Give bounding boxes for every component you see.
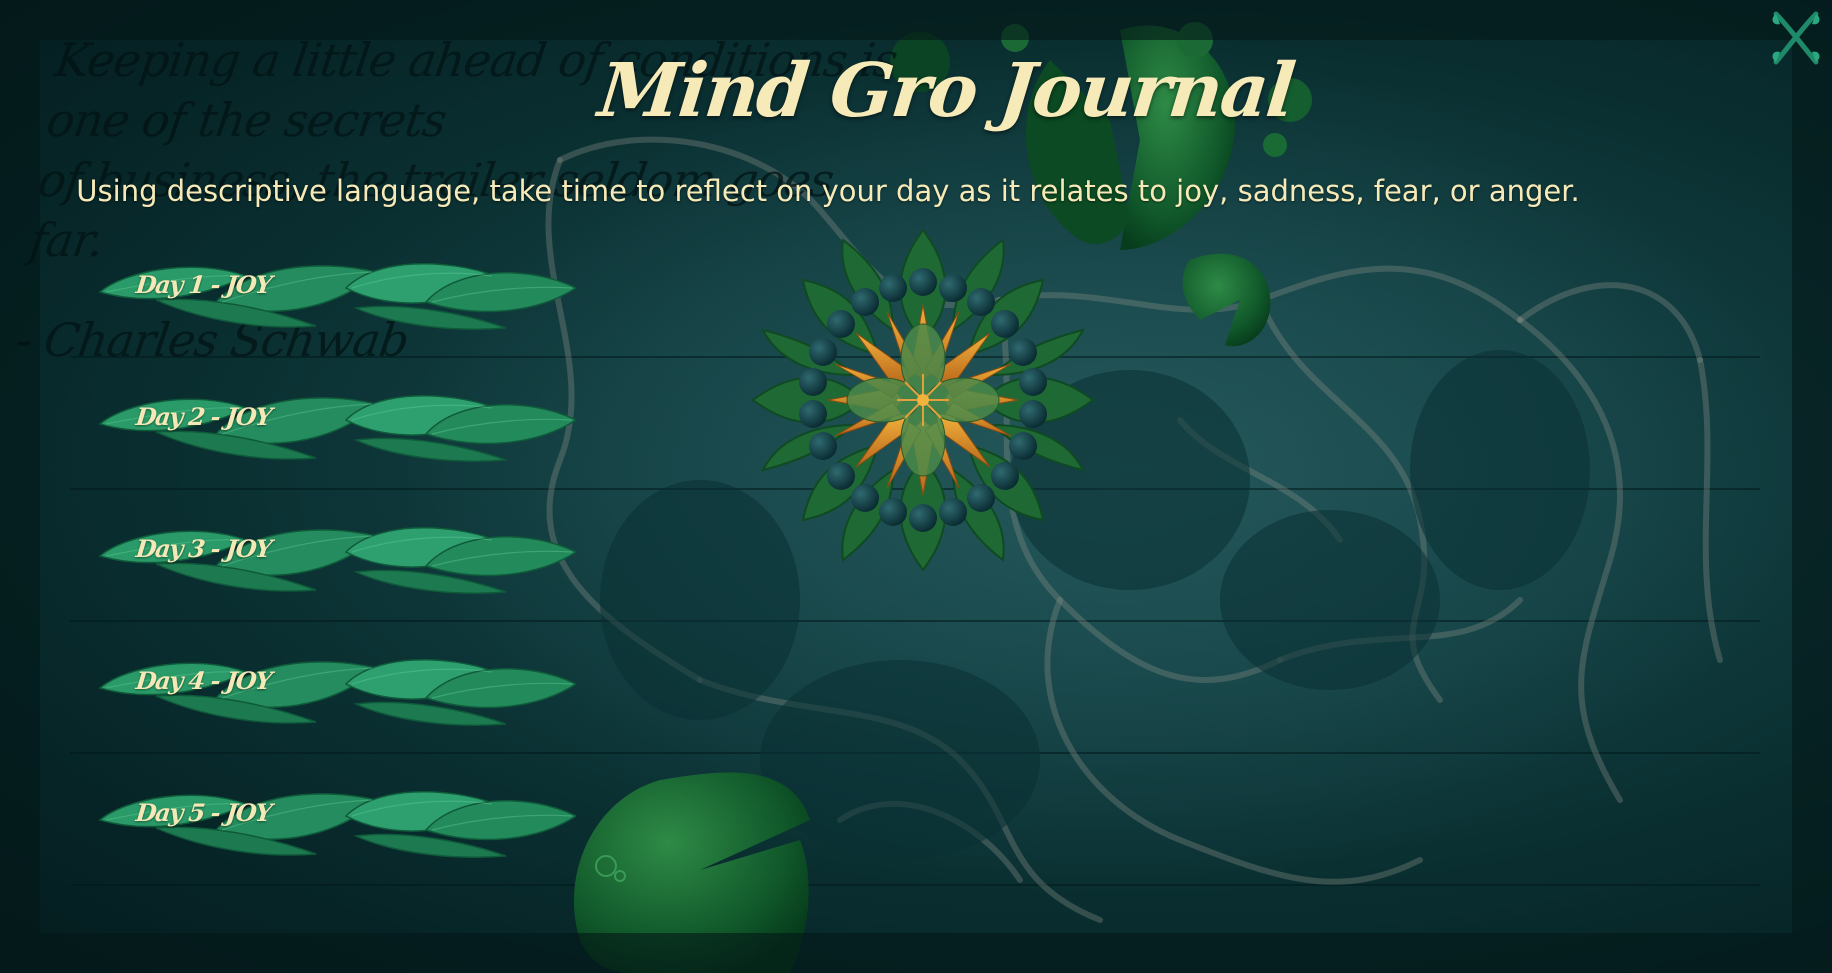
day-2-label: Day 2 - JOY bbox=[134, 402, 273, 431]
day-1-label: Day 1 - JOY bbox=[134, 270, 273, 299]
day-5-button[interactable]: Day 5 - JOY bbox=[96, 776, 576, 860]
journal-instruction: Using descriptive language, take time to… bbox=[76, 174, 1580, 208]
page-title: Mind Gro Journal bbox=[594, 48, 1298, 134]
day-5-label: Day 5 - JOY bbox=[134, 798, 273, 827]
day-4-label: Day 4 - JOY bbox=[134, 666, 273, 695]
day-4-button[interactable]: Day 4 - JOY bbox=[96, 644, 576, 728]
close-button[interactable] bbox=[1768, 8, 1824, 68]
journal-page: Keeping a little ahead of conditions is … bbox=[0, 0, 1832, 973]
day-3-button[interactable]: Day 3 - JOY bbox=[96, 512, 576, 596]
close-vine-icon bbox=[1772, 11, 1820, 65]
day-2-button[interactable]: Day 2 - JOY bbox=[96, 380, 576, 464]
day-1-button[interactable]: Day 1 - JOY bbox=[96, 248, 576, 332]
day-3-label: Day 3 - JOY bbox=[134, 534, 273, 563]
